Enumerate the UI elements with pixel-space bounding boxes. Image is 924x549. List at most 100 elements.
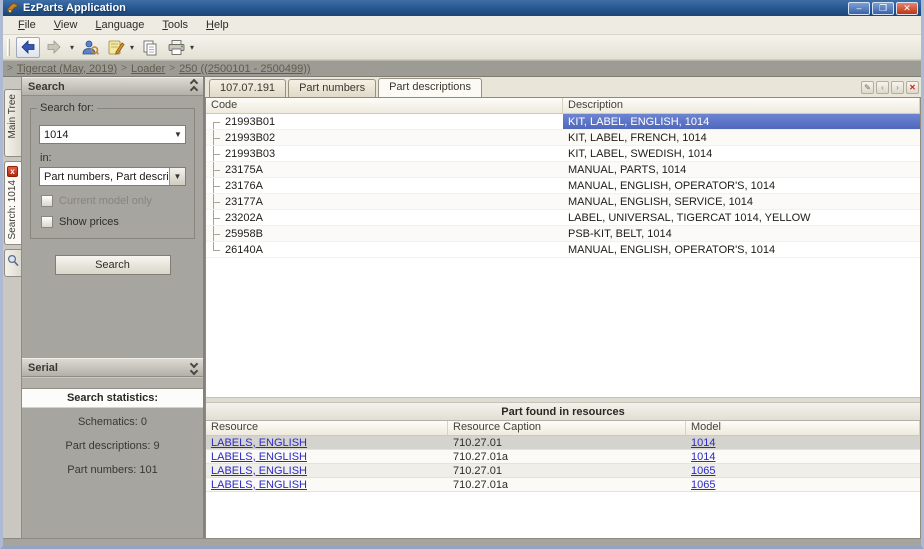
- minimize-button[interactable]: –: [848, 2, 870, 15]
- breadcrumb-separator: >: [7, 63, 13, 74]
- toolbar-grip-icon: [7, 39, 10, 56]
- part-row[interactable]: 21993B02KIT, LABEL, FRENCH, 1014: [206, 130, 920, 146]
- search-for-groupbox: Search for: 1014 ▼ in: Part numbers, Par…: [30, 108, 195, 239]
- parts-table-rows: 21993B01KIT, LABEL, ENGLISH, 101421993B0…: [206, 114, 920, 258]
- breadcrumb-link[interactable]: Loader: [131, 63, 165, 75]
- part-row[interactable]: 25958BPSB-KIT, BELT, 1014: [206, 226, 920, 242]
- part-row[interactable]: 26140AMANUAL, ENGLISH, OPERATOR'S, 1014: [206, 242, 920, 258]
- resource-link[interactable]: LABELS, ENGLISH: [211, 479, 307, 491]
- resource-link[interactable]: LABELS, ENGLISH: [211, 451, 307, 463]
- part-row[interactable]: 23202ALABEL, UNIVERSAL, TIGERCAT 1014, Y…: [206, 210, 920, 226]
- app-window: EzParts Application – ❐ ✕ FileViewLangua…: [0, 0, 924, 549]
- resource-row[interactable]: LABELS, ENGLISH 710.27.01a 1065: [206, 478, 920, 492]
- stat-part-numbers: Part numbers: 101: [22, 464, 203, 476]
- search-statistics-title: Search statistics:: [22, 389, 203, 408]
- resources-title: Part found in resources: [206, 403, 920, 421]
- double-chevron-down-icon[interactable]: [191, 361, 197, 374]
- search-user-button[interactable]: [78, 37, 102, 58]
- resource-row[interactable]: LABELS, ENGLISH710.27.011014: [206, 436, 920, 450]
- breadcrumb-link[interactable]: 250 ((2500101 - 2500499)): [179, 63, 310, 75]
- scroll-left-icon[interactable]: ‹: [876, 81, 889, 94]
- model-cell: 1065: [686, 465, 920, 477]
- tree-branch-icon: [206, 130, 222, 145]
- search-panel-header[interactable]: Search: [22, 77, 203, 96]
- column-header-model[interactable]: Model: [686, 421, 920, 435]
- tab-part-numbers[interactable]: Part numbers: [288, 79, 376, 97]
- printer-icon: [167, 39, 186, 56]
- column-header-description[interactable]: Description: [563, 98, 920, 113]
- checkbox-row-show-prices[interactable]: Show prices: [41, 216, 186, 228]
- resources-table-rows: LABELS, ENGLISH710.27.011014LABELS, ENGL…: [206, 436, 920, 492]
- menu-file[interactable]: File: [9, 17, 45, 33]
- model-link[interactable]: 1065: [691, 465, 715, 477]
- copy-document-button[interactable]: [138, 37, 162, 58]
- part-description: MANUAL, ENGLISH, OPERATOR'S, 1014: [563, 242, 920, 257]
- breadcrumb-link[interactable]: Tigercat (May, 2019): [17, 63, 117, 75]
- copy-document-icon: [141, 39, 159, 56]
- checkbox-row-current-model-only[interactable]: Current model only: [41, 195, 186, 207]
- menu-language[interactable]: Language: [86, 17, 153, 33]
- chevron-down-icon[interactable]: ▼: [169, 168, 185, 185]
- part-descriptions-panel: Code Description 21993B01KIT, LABEL, ENG…: [205, 97, 921, 538]
- edit-note-button[interactable]: [104, 37, 128, 58]
- model-link[interactable]: 1065: [691, 479, 715, 491]
- model-cell: 1065: [686, 479, 920, 491]
- search-in-combobox[interactable]: Part numbers, Part descriptio... ▼: [39, 167, 186, 186]
- menu-view[interactable]: View: [45, 17, 87, 33]
- search-button[interactable]: Search: [55, 255, 171, 275]
- resource-caption-cell: 710.27.01a: [448, 479, 686, 491]
- resources-table-header: Resource Resource Caption Model: [206, 421, 920, 436]
- resource-link[interactable]: LABELS, ENGLISH: [211, 437, 307, 449]
- sidebar-tab-search[interactable]: x Search: 1014: [4, 161, 21, 245]
- sidebar-tab-main-tree[interactable]: Main Tree: [4, 89, 21, 157]
- column-header-resource-caption[interactable]: Resource Caption: [448, 421, 686, 435]
- back-button[interactable]: [16, 37, 40, 58]
- resource-row[interactable]: LABELS, ENGLISH710.27.011065: [206, 464, 920, 478]
- title-bar: EzParts Application – ❐ ✕: [3, 0, 921, 16]
- tree-branch-icon: [206, 242, 222, 257]
- close-button[interactable]: ✕: [896, 2, 918, 15]
- part-description: MANUAL, PARTS, 1014: [563, 162, 920, 177]
- part-row[interactable]: 23176AMANUAL, ENGLISH, OPERATOR'S, 1014: [206, 178, 920, 194]
- resource-link[interactable]: LABELS, ENGLISH: [211, 465, 307, 477]
- breadcrumb-separator: >: [169, 63, 175, 74]
- part-row[interactable]: 21993B01KIT, LABEL, ENGLISH, 1014: [206, 114, 920, 130]
- column-header-resource[interactable]: Resource: [206, 421, 448, 435]
- scroll-right-icon[interactable]: ›: [891, 81, 904, 94]
- edit-dropdown-icon[interactable]: ▾: [128, 43, 136, 52]
- model-link[interactable]: 1014: [691, 451, 715, 463]
- print-dropdown-icon[interactable]: ▾: [188, 43, 196, 52]
- model-link[interactable]: 1014: [691, 437, 715, 449]
- chevron-down-icon[interactable]: ▼: [171, 130, 185, 139]
- tab-part-descriptions[interactable]: Part descriptions: [378, 78, 482, 97]
- maximize-button[interactable]: ❐: [872, 2, 894, 15]
- close-tab-icon[interactable]: ✕: [906, 81, 919, 94]
- sidebar-tab-strip: Main Tree x Search: 1014: [3, 77, 21, 538]
- checkbox-icon[interactable]: [41, 195, 53, 207]
- part-row[interactable]: 23177AMANUAL, ENGLISH, SERVICE, 1014: [206, 194, 920, 210]
- part-row[interactable]: 23175AMANUAL, PARTS, 1014: [206, 162, 920, 178]
- app-icon: [6, 2, 19, 14]
- close-red-icon[interactable]: x: [7, 166, 18, 177]
- checkbox-icon[interactable]: [41, 216, 53, 228]
- print-button[interactable]: [164, 37, 188, 58]
- serial-panel-header[interactable]: Serial: [22, 358, 203, 377]
- edit-pencil-icon[interactable]: ✎: [861, 81, 874, 94]
- back-icon: [20, 40, 36, 54]
- part-description: MANUAL, ENGLISH, SERVICE, 1014: [563, 194, 920, 209]
- tab-107-07-191[interactable]: 107.07.191: [209, 79, 286, 97]
- menu-help[interactable]: Help: [197, 17, 238, 33]
- history-dropdown-icon[interactable]: ▾: [68, 43, 76, 52]
- double-chevron-up-icon[interactable]: [191, 80, 197, 93]
- sidebar: Search Search for: 1014 ▼ in: Part numbe…: [21, 77, 205, 538]
- resource-row[interactable]: LABELS, ENGLISH710.27.01a1014: [206, 450, 920, 464]
- window-title: EzParts Application: [23, 2, 846, 14]
- sidebar-tab-search-tool[interactable]: [4, 249, 21, 277]
- tree-branch-icon: [206, 162, 222, 177]
- menu-tools[interactable]: Tools: [153, 17, 197, 33]
- search-term-combobox[interactable]: 1014 ▼: [39, 125, 186, 144]
- sidebar-tab-label: Search: 1014: [7, 180, 18, 240]
- forward-button[interactable]: [42, 37, 66, 58]
- part-row[interactable]: 21993B03KIT, LABEL, SWEDISH, 1014: [206, 146, 920, 162]
- column-header-code[interactable]: Code: [206, 98, 563, 113]
